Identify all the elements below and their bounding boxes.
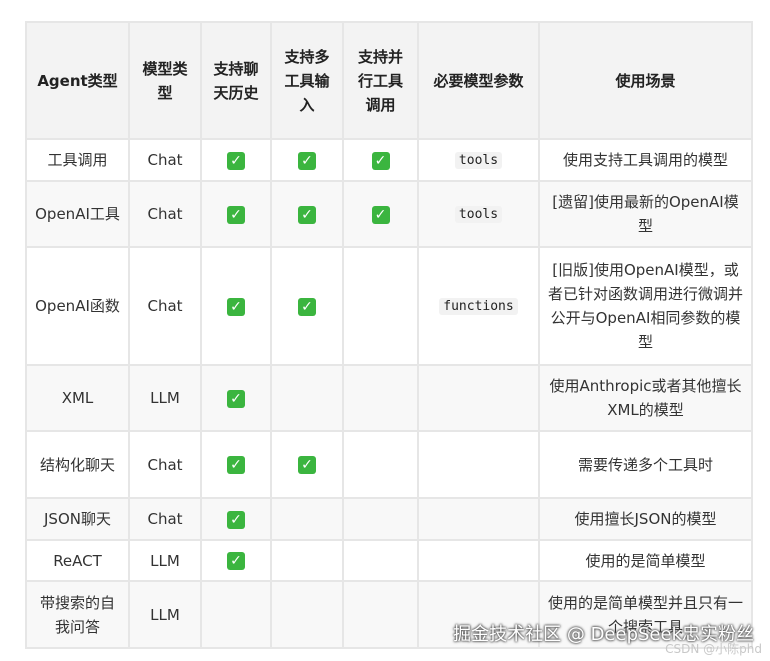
- cell-required-param: [417, 430, 540, 499]
- cell-required-param: tools: [417, 138, 540, 182]
- cell-multi-input: ✓: [270, 138, 344, 182]
- table-row: OpenAI函数 Chat ✓ ✓ functions [旧版]使用OpenAI模型，或者…: [25, 246, 753, 366]
- cell-model-type: LLM: [128, 364, 202, 432]
- header-required-param: 必要模型参数: [417, 21, 540, 140]
- cell-required-param: tools: [417, 180, 540, 248]
- cell-parallel: [342, 580, 419, 649]
- cell-usage: 使用Anthropic或者其他擅长XML的模型: [538, 364, 753, 432]
- cell-chat-history: ✓: [200, 246, 272, 366]
- table-row: XML LLM ✓ 使用Anthropic或者其他擅长XML的模型: [25, 364, 753, 432]
- cell-multi-input: ✓: [270, 430, 344, 499]
- check-icon: ✓: [227, 297, 245, 316]
- cell-parallel: [342, 430, 419, 499]
- cell-agent-type: 带搜索的自我问答: [25, 580, 130, 649]
- cell-chat-history: ✓: [200, 430, 272, 499]
- cell-agent-type: XML: [25, 364, 130, 432]
- check-icon: ✓: [227, 552, 245, 570]
- cell-parallel: [342, 539, 419, 582]
- check-icon: ✓: [298, 205, 316, 224]
- table-row: JSON聊天 Chat ✓ 使用擅长JSON的模型: [25, 497, 753, 541]
- cell-usage: 使用擅长JSON的模型: [538, 497, 753, 541]
- cell-chat-history: ✓: [200, 364, 272, 432]
- cell-required-param: [417, 364, 540, 432]
- check-icon: ✓: [227, 510, 245, 529]
- cell-usage: [遗留]使用最新的OpenAI模型: [538, 180, 753, 248]
- cell-chat-history: ✓: [200, 539, 272, 582]
- header-model-type: 模型类型: [128, 21, 202, 140]
- cell-model-type: Chat: [128, 430, 202, 499]
- cell-usage: 使用支持工具调用的模型: [538, 138, 753, 182]
- header-chat-history: 支持聊天历史: [200, 21, 272, 140]
- cell-multi-input: [270, 497, 344, 541]
- table-row: 工具调用 Chat ✓ ✓ ✓ tools 使用支持工具调用的模型: [25, 138, 753, 182]
- cell-model-type: Chat: [128, 246, 202, 366]
- csdn-watermark: CSDN @小陈phd: [665, 642, 762, 656]
- cell-agent-type: 工具调用: [25, 138, 130, 182]
- cell-parallel: [342, 246, 419, 366]
- cell-parallel: [342, 497, 419, 541]
- table-row: ReACT LLM ✓ 使用的是简单模型: [25, 539, 753, 582]
- cell-required-param: [417, 497, 540, 541]
- cell-chat-history: [200, 580, 272, 649]
- cell-multi-input: [270, 580, 344, 649]
- param-code: tools: [454, 206, 503, 223]
- check-icon: ✓: [227, 456, 245, 474]
- cell-model-type: LLM: [128, 539, 202, 582]
- cell-parallel: ✓: [342, 180, 419, 248]
- header-agent-type: Agent类型: [25, 21, 130, 140]
- check-icon: ✓: [371, 151, 390, 170]
- cell-model-type: Chat: [128, 180, 202, 248]
- cell-agent-type: OpenAI工具: [25, 180, 130, 248]
- table-row: 结构化聊天 Chat ✓ ✓ 需要传递多个工具时: [25, 430, 753, 499]
- cell-multi-input: ✓: [270, 246, 344, 366]
- header-multi-input: 支持多工具输入: [270, 21, 344, 140]
- cell-parallel: ✓: [342, 138, 419, 182]
- check-icon: ✓: [227, 389, 245, 408]
- param-code: tools: [454, 152, 503, 169]
- cell-usage: [旧版]使用OpenAI模型，或者已针对函数调用进行微调并公开与OpenAI相同…: [538, 246, 753, 366]
- cell-agent-type: OpenAI函数: [25, 246, 130, 366]
- check-icon: ✓: [298, 456, 316, 474]
- check-icon: ✓: [227, 151, 245, 170]
- cell-model-type: Chat: [128, 138, 202, 182]
- header-parallel: 支持并行工具调用: [342, 21, 419, 140]
- check-icon: ✓: [298, 297, 316, 316]
- cell-agent-type: JSON聊天: [25, 497, 130, 541]
- table-row: OpenAI工具 Chat ✓ ✓ ✓ tools [遗留]使用最新的OpenAI模型: [25, 180, 753, 248]
- cell-parallel: [342, 364, 419, 432]
- cell-multi-input: ✓: [270, 180, 344, 248]
- cell-chat-history: ✓: [200, 138, 272, 182]
- cell-usage: 使用的是简单模型: [538, 539, 753, 582]
- cell-multi-input: [270, 539, 344, 582]
- cell-required-param: functions: [417, 246, 540, 366]
- cell-required-param: [417, 539, 540, 582]
- cell-agent-type: 结构化聊天: [25, 430, 130, 499]
- cell-model-type: LLM: [128, 580, 202, 649]
- param-code: functions: [439, 298, 518, 315]
- agent-types-table: Agent类型 模型类型 支持聊天历史 支持多工具输入 支持并行工具调用 必要模…: [25, 21, 753, 649]
- cell-chat-history: ✓: [200, 497, 272, 541]
- check-icon: ✓: [227, 205, 245, 224]
- cell-chat-history: ✓: [200, 180, 272, 248]
- cell-multi-input: [270, 364, 344, 432]
- check-icon: ✓: [371, 205, 390, 224]
- check-icon: ✓: [298, 151, 316, 170]
- cell-agent-type: ReACT: [25, 539, 130, 582]
- header-row: Agent类型 模型类型 支持聊天历史 支持多工具输入 支持并行工具调用 必要模…: [25, 21, 753, 140]
- header-usage: 使用场景: [538, 21, 753, 140]
- cell-model-type: Chat: [128, 497, 202, 541]
- cell-usage: 需要传递多个工具时: [538, 430, 753, 499]
